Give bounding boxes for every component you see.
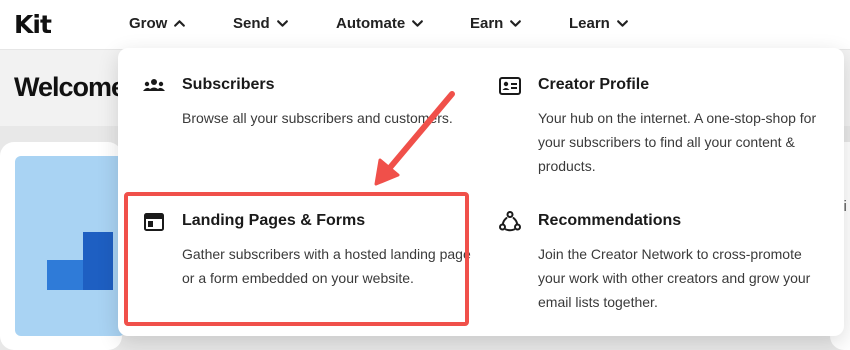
chevron-down-icon	[412, 20, 424, 27]
grow-dropdown-menu: Subscribers Browse all your subscribers …	[118, 48, 844, 336]
nav-send[interactable]: Send	[233, 15, 289, 32]
network-icon	[498, 210, 522, 234]
menu-item-description: Browse all your subscribers and customer…	[182, 110, 453, 126]
chevron-up-icon	[174, 20, 186, 27]
nav-automate-label: Automate	[336, 15, 406, 32]
menu-item-title: Landing Pages & Forms	[182, 212, 366, 229]
kit-logo[interactable]: Kit	[14, 10, 52, 39]
id-card-icon	[498, 74, 522, 98]
layout-window-icon	[142, 210, 166, 234]
chevron-down-icon	[510, 20, 522, 27]
nav-grow[interactable]: Grow	[129, 15, 186, 32]
growth-illustration	[15, 156, 125, 336]
menu-item-creator-profile[interactable]: Creator Profile Your hub on the internet…	[498, 74, 818, 184]
menu-item-landing-pages-forms[interactable]: Landing Pages & Forms Gather subscribers…	[142, 210, 471, 314]
chevron-down-icon	[616, 20, 628, 27]
nav-grow-label: Grow	[129, 15, 168, 32]
menu-item-description: Join the Creator Network to cross-promot…	[538, 246, 811, 310]
chevron-down-icon	[276, 20, 288, 27]
menu-item-description: Gather subscribers with a hosted landing…	[182, 246, 471, 286]
illustration-bar	[47, 260, 87, 290]
nav-automate[interactable]: Automate	[336, 15, 424, 32]
page-title: Welcome	[14, 72, 126, 102]
nav-send-label: Send	[233, 15, 270, 32]
nav-earn[interactable]: Earn	[470, 15, 522, 32]
illustration-bar	[83, 232, 113, 290]
menu-item-title: Recommendations	[538, 212, 682, 229]
menu-item-recommendations[interactable]: Recommendations Join the Creator Network…	[498, 210, 818, 314]
nav-earn-label: Earn	[470, 15, 504, 32]
nav-learn-label: Learn	[569, 15, 610, 32]
users-icon	[142, 74, 166, 98]
menu-item-title: Subscribers	[182, 76, 275, 93]
top-navigation-bar: Kit Grow Send Automate Earn Learn	[0, 0, 850, 50]
menu-item-description: Your hub on the internet. A one-stop-sho…	[538, 110, 817, 174]
nav-learn[interactable]: Learn	[569, 15, 629, 32]
menu-item-title: Creator Profile	[538, 76, 650, 93]
menu-item-subscribers[interactable]: Subscribers Browse all your subscribers …	[142, 74, 462, 154]
